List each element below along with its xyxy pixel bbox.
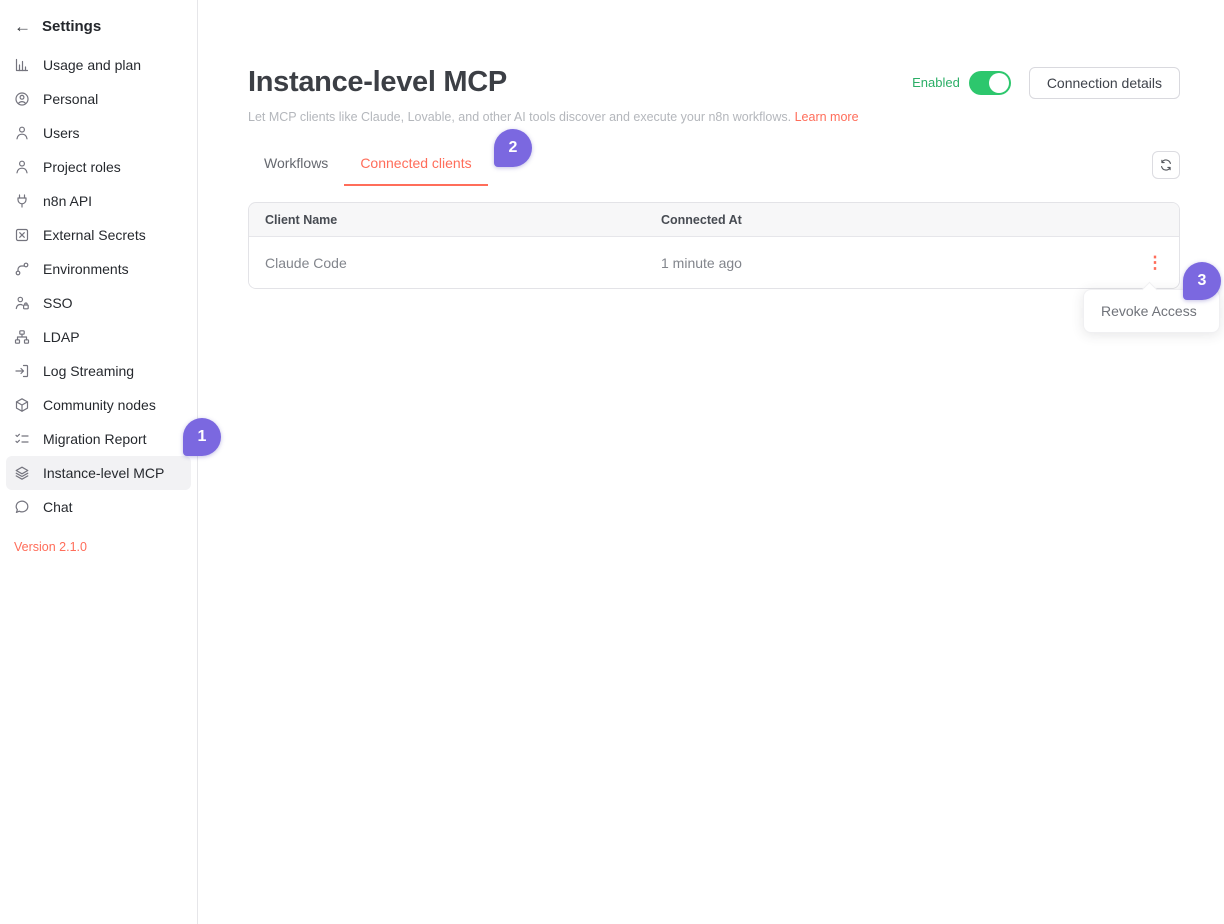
tab-connected-clients[interactable]: Connected clients (344, 149, 487, 186)
enable-group: Enabled (912, 71, 1011, 95)
cube-icon (14, 397, 30, 413)
page-title: Instance-level MCP (248, 66, 507, 99)
row-actions-menu-icon[interactable]: ⋮ (1147, 254, 1164, 271)
sidebar-item-label: External Secrets (43, 227, 146, 243)
sidebar-item-label: Environments (43, 261, 129, 277)
version-label: Version 2.1.0 (0, 540, 197, 554)
sidebar-item-label: LDAP (43, 329, 80, 345)
sidebar-item-chat[interactable]: Chat (6, 490, 191, 524)
enabled-label: Enabled (912, 75, 960, 90)
user-icon (14, 125, 30, 141)
sidebar-item-label: Log Streaming (43, 363, 134, 379)
sidebar-item-label: Usage and plan (43, 57, 141, 73)
sidebar-item-sso[interactable]: SSO (6, 286, 191, 320)
vault-icon (14, 227, 30, 243)
sidebar-item-label: Community nodes (43, 397, 156, 413)
sidebar-item-label: Instance-level MCP (43, 465, 164, 481)
sidebar-item-label: SSO (43, 295, 73, 311)
sidebar-item-label: Chat (43, 499, 73, 515)
table-header-row: Client Name Connected At (249, 203, 1179, 237)
mcp-enabled-toggle[interactable] (969, 71, 1011, 95)
user-icon (14, 159, 30, 175)
refresh-button[interactable] (1152, 151, 1180, 179)
user-lock-icon (14, 295, 30, 311)
page-subtitle: Let MCP clients like Claude, Lovable, an… (248, 110, 1180, 124)
sidebar-item-label: Project roles (43, 159, 121, 175)
client-name-cell: Claude Code (249, 255, 661, 271)
user-circle-icon (14, 91, 30, 107)
checklist-icon (14, 431, 30, 447)
annotation-badge-2: 2 (494, 129, 532, 167)
sitemap-icon (14, 329, 30, 345)
settings-sidebar: ← Settings Usage and plan Personal Users (0, 0, 198, 924)
sidebar-item-users[interactable]: Users (6, 116, 191, 150)
sidebar-item-instance-level-mcp[interactable]: Instance-level MCP (6, 456, 191, 490)
connection-details-button[interactable]: Connection details (1029, 67, 1180, 99)
connected-at-cell: 1 minute ago (661, 255, 1131, 271)
sidebar-item-personal[interactable]: Personal (6, 82, 191, 116)
settings-back-header[interactable]: ← Settings (0, 8, 197, 44)
tabs: Workflows Connected clients (248, 149, 488, 186)
sidebar-item-external-secrets[interactable]: External Secrets (6, 218, 191, 252)
toggle-knob (989, 73, 1009, 93)
settings-nav: Usage and plan Personal Users Project ro… (0, 44, 197, 524)
back-arrow-icon[interactable]: ← (14, 18, 31, 35)
page-header: Instance-level MCP Enabled Connection de… (248, 66, 1180, 99)
table-row: Claude Code 1 minute ago ⋮ (249, 237, 1179, 288)
log-in-icon (14, 363, 30, 379)
git-branch-icon (14, 261, 30, 277)
sidebar-item-label: Users (43, 125, 80, 141)
sidebar-item-n8n-api[interactable]: n8n API (6, 184, 191, 218)
sidebar-title: Settings (42, 18, 101, 35)
sidebar-item-ldap[interactable]: LDAP (6, 320, 191, 354)
main-content: Instance-level MCP Enabled Connection de… (199, 0, 1224, 924)
annotation-badge-3: 3 (1183, 262, 1221, 300)
sidebar-item-label: n8n API (43, 193, 92, 209)
sidebar-item-label: Migration Report (43, 431, 147, 447)
refresh-icon (1159, 158, 1173, 172)
subtitle-text: Let MCP clients like Claude, Lovable, an… (248, 110, 791, 124)
sidebar-item-environments[interactable]: Environments (6, 252, 191, 286)
tab-workflows[interactable]: Workflows (248, 149, 344, 186)
chat-bubble-icon (14, 499, 30, 515)
tabs-row: Workflows Connected clients (248, 149, 1180, 186)
sidebar-item-community-nodes[interactable]: Community nodes (6, 388, 191, 422)
connected-clients-table: Client Name Connected At Claude Code 1 m… (248, 202, 1180, 289)
layers-icon (14, 465, 30, 481)
sidebar-item-migration-report[interactable]: Migration Report (6, 422, 191, 456)
bar-chart-icon (14, 57, 30, 73)
sidebar-item-label: Personal (43, 91, 98, 107)
sidebar-item-usage-and-plan[interactable]: Usage and plan (6, 48, 191, 82)
plug-icon (14, 193, 30, 209)
sidebar-item-log-streaming[interactable]: Log Streaming (6, 354, 191, 388)
column-header-connected-at: Connected At (661, 213, 1131, 227)
annotation-badge-1: 1 (183, 418, 221, 456)
column-header-client-name: Client Name (249, 213, 661, 227)
sidebar-item-project-roles[interactable]: Project roles (6, 150, 191, 184)
learn-more-link[interactable]: Learn more (795, 110, 859, 124)
